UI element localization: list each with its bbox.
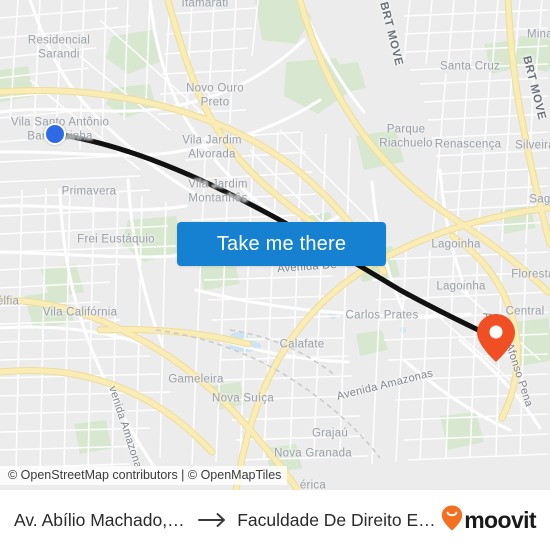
trip-endpoints: Av. Abílio Machado, 3... Faculdade De Di… — [14, 510, 437, 531]
destination-pin[interactable] — [476, 313, 516, 363]
bottom-bar: Av. Abílio Machado, 3... Faculdade De Di… — [0, 490, 550, 550]
destination-name: Faculdade De Direito E Ciê... — [237, 509, 437, 530]
origin-dot[interactable] — [44, 123, 66, 145]
moovit-trip-screen: Residencial Sarandi Itamarati Novo Ouro Pret… — [0, 0, 550, 550]
moovit-logo[interactable]: moovit — [441, 505, 537, 536]
map-canvas[interactable]: Residencial Sarandi Itamarati Novo Ouro Pret… — [0, 0, 550, 490]
arrow-right-icon — [198, 512, 228, 528]
moovit-wordmark: moovit — [464, 506, 536, 533]
map-attribution[interactable]: © OpenStreetMap contributors | © OpenMap… — [0, 466, 288, 485]
moovit-pin-icon — [441, 505, 463, 536]
take-me-there-button[interactable]: Take me there — [177, 222, 386, 266]
origin-name: Av. Abílio Machado, 3... — [14, 509, 190, 530]
